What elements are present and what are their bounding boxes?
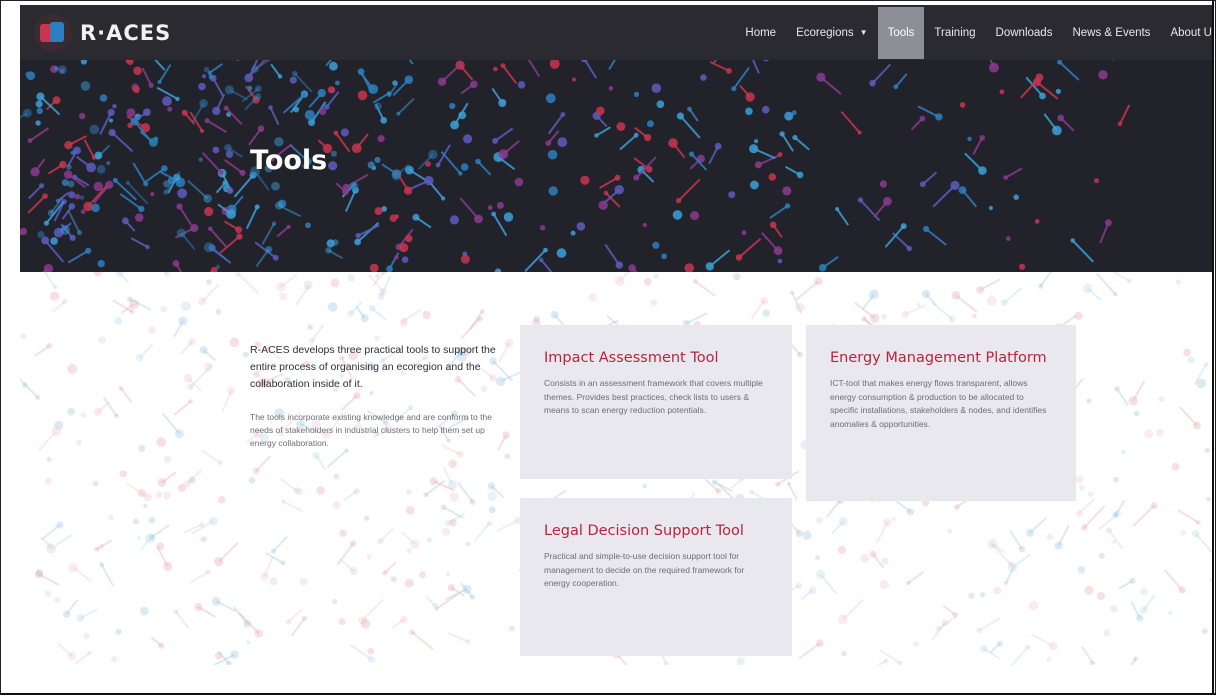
nav-item-home[interactable]: Home (735, 7, 786, 59)
top-navbar: R·ACES Home Ecoregions ▼ Tools Training D… (20, 5, 1212, 60)
nav-item-downloads[interactable]: Downloads (986, 7, 1063, 59)
card-title[interactable]: Impact Assessment Tool (544, 349, 768, 367)
tool-card-impact-assessment[interactable]: Impact Assessment Tool Consists in an as… (520, 325, 792, 479)
card-description: Consists in an assessment framework that… (544, 378, 763, 415)
nav-item-tools[interactable]: Tools (877, 6, 925, 59)
r-aces-logo-icon (34, 14, 72, 52)
card-title[interactable]: Energy Management Platform (830, 349, 1052, 367)
tool-card-legal-decision[interactable]: Legal Decision Support Tool Practical an… (520, 498, 792, 656)
nav-item-about[interactable]: About U (1160, 7, 1212, 59)
card-description: ICT-tool that makes energy flows transpa… (830, 378, 1047, 429)
frame-edge-right (1212, 0, 1214, 695)
nav-item-training[interactable]: Training (924, 7, 985, 59)
tool-card-energy-management[interactable]: Energy Management Platform ICT-tool that… (806, 325, 1076, 501)
intro-lead-text: R-ACES develops three practical tools to… (250, 344, 496, 390)
card-description: Practical and simple-to-use decision sup… (544, 551, 745, 588)
page-title: Tools (250, 145, 328, 176)
site-logo[interactable]: R·ACES (34, 13, 171, 53)
nav-item-news-events[interactable]: News & Events (1062, 7, 1160, 59)
intro-body-text: The tools incorporate existing knowledge… (250, 412, 492, 448)
card-title[interactable]: Legal Decision Support Tool (544, 522, 768, 540)
brand-name: R·ACES (80, 21, 172, 45)
chevron-down-icon: ▼ (859, 28, 868, 37)
intro-section: R-ACES develops three practical tools to… (250, 342, 500, 450)
page-viewport: Tools R·ACES Home Ecoregions ▼ Tools Trai… (20, 5, 1212, 665)
main-nav: Home Ecoregions ▼ Tools Training Download… (735, 5, 1212, 60)
nav-item-ecoregions[interactable]: Ecoregions ▼ (786, 7, 877, 59)
